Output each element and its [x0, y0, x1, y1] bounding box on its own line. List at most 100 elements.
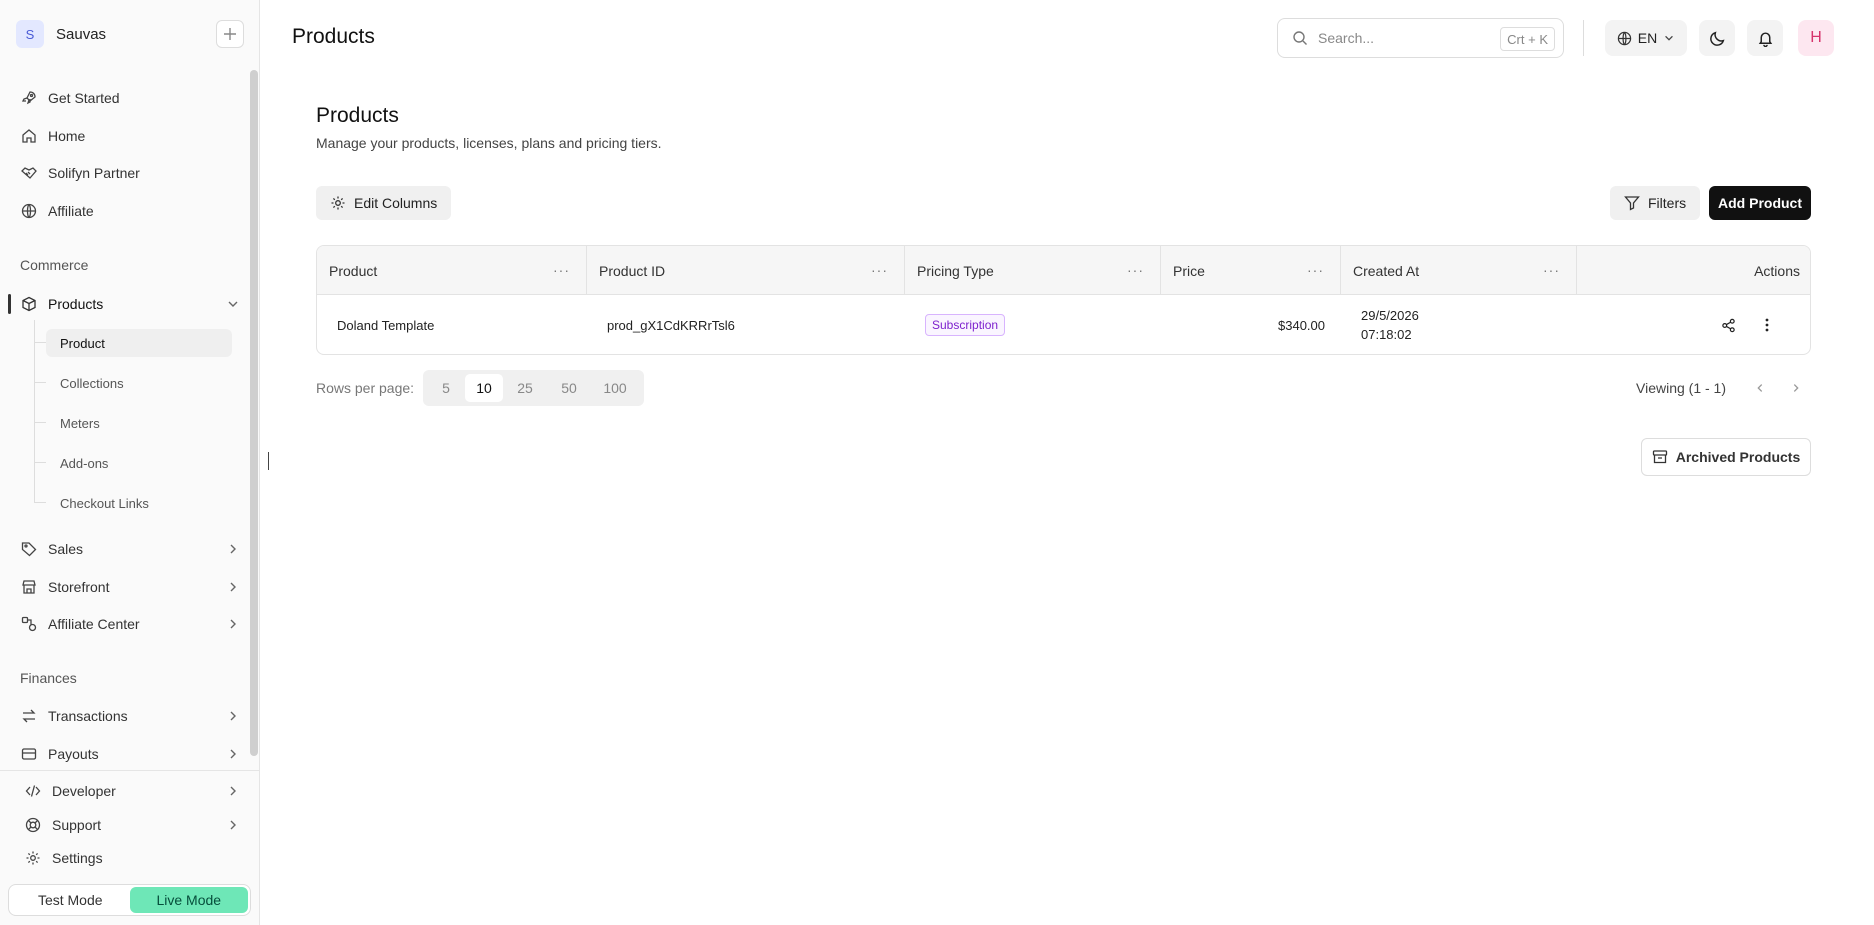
- edit-columns-button[interactable]: Edit Columns: [316, 186, 452, 220]
- rows-option-50[interactable]: 50: [547, 374, 591, 402]
- rows-per-page-label: Rows per page:: [316, 380, 415, 396]
- column-label: Created At: [1353, 262, 1420, 279]
- gear-icon: [331, 196, 345, 210]
- sidebar-item-label: Transactions: [48, 708, 128, 724]
- workspace-switcher[interactable]: S Sauvas: [16, 20, 244, 48]
- card-icon: [20, 745, 38, 763]
- sidebar-item-affiliate[interactable]: Affiliate: [20, 197, 240, 225]
- page-title: Products: [292, 25, 375, 48]
- previous-page-button[interactable]: [1751, 379, 1769, 397]
- tree-tick: [34, 462, 46, 463]
- filters-button[interactable]: Filters: [1610, 186, 1701, 220]
- rows-per-page-selector: 5 10 25 50 100: [423, 370, 644, 406]
- column-menu-icon[interactable]: ···: [1307, 262, 1324, 278]
- section-title: Products: [316, 104, 399, 127]
- row-more-button[interactable]: [1757, 295, 1777, 354]
- column-menu-icon[interactable]: ···: [1543, 262, 1560, 278]
- sidebar-item-support[interactable]: Support: [24, 811, 240, 839]
- sidebar-item-label: Settings: [52, 850, 103, 866]
- rocket-icon: [20, 89, 38, 107]
- column-menu-icon[interactable]: ···: [871, 262, 888, 278]
- sidebar-subitem-collections[interactable]: Collections: [46, 369, 232, 397]
- sidebar-item-home[interactable]: Home: [20, 122, 240, 150]
- sidebar-item-get-started[interactable]: Get Started: [20, 84, 240, 112]
- chevron-right-icon: [230, 749, 236, 759]
- rows-option-10[interactable]: 10: [465, 374, 503, 402]
- user-avatar[interactable]: H: [1798, 20, 1834, 56]
- sidebar-item-storefront[interactable]: Storefront: [20, 573, 240, 601]
- sidebar-item-transactions[interactable]: Transactions: [20, 702, 240, 730]
- column-header-pricing-type[interactable]: Pricing Type ···: [905, 246, 1161, 295]
- tree-tick: [34, 342, 46, 343]
- chevron-left-icon: [1757, 384, 1763, 392]
- column-header-price[interactable]: Price ···: [1161, 246, 1341, 295]
- sidebar-subitem-checkout-links[interactable]: Checkout Links: [46, 489, 232, 517]
- live-mode-option[interactable]: Live Mode: [129, 887, 248, 913]
- globe-icon: [1617, 31, 1631, 45]
- divider: [0, 770, 260, 771]
- cell-product: Doland Template: [337, 317, 435, 333]
- filter-icon: [1624, 196, 1640, 211]
- search-shortcut: Crt + K: [1500, 27, 1555, 51]
- store-icon: [20, 578, 38, 596]
- column-label: Pricing Type: [917, 262, 994, 279]
- affiliate-icon: [20, 615, 38, 633]
- created-time: 07:18:02: [1361, 327, 1412, 342]
- column-header-product[interactable]: Product ···: [317, 246, 587, 295]
- workspace-name: Sauvas: [56, 25, 107, 43]
- plus-icon: [224, 28, 236, 40]
- rows-option-100[interactable]: 100: [591, 374, 639, 402]
- test-mode-option[interactable]: Test Mode: [11, 887, 130, 913]
- sidebar-item-products[interactable]: Products: [20, 290, 240, 318]
- viewing-count: Viewing (1 - 1): [1636, 380, 1727, 396]
- language-selector[interactable]: EN: [1605, 20, 1687, 56]
- sidebar-item-label: Solifyn Partner: [48, 165, 140, 181]
- add-workspace-button[interactable]: [216, 20, 244, 48]
- share-button[interactable]: [1716, 295, 1740, 354]
- cell-pricing-type: Subscription: [925, 295, 1006, 354]
- chevron-right-icon: [230, 582, 236, 592]
- sidebar-item-label: Home: [48, 128, 86, 144]
- sidebar-item-label: Sales: [48, 541, 84, 557]
- section-label-finances: Finances: [20, 670, 77, 686]
- column-label: Product ID: [599, 262, 666, 279]
- sidebar-item-sales[interactable]: Sales: [20, 535, 240, 563]
- sidebar-item-settings[interactable]: Settings: [24, 844, 240, 872]
- column-header-created-at[interactable]: Created At ···: [1341, 246, 1577, 295]
- sidebar-item-label: Developer: [52, 783, 116, 799]
- archived-products-button[interactable]: Archived Products: [1641, 438, 1811, 476]
- mode-toggle[interactable]: Test Mode Live Mode: [8, 884, 251, 916]
- box-icon: [20, 295, 38, 313]
- more-vertical-icon: [1765, 318, 1769, 332]
- search-input[interactable]: [1318, 30, 1488, 46]
- search-box[interactable]: Crt + K: [1277, 18, 1564, 58]
- sidebar-subitem-product[interactable]: Product: [46, 329, 232, 357]
- language-label: EN: [1637, 30, 1658, 46]
- notifications-button[interactable]: [1747, 20, 1783, 56]
- theme-toggle-button[interactable]: [1699, 20, 1735, 56]
- workspace-avatar: S: [16, 20, 44, 48]
- column-menu-icon[interactable]: ···: [1127, 262, 1144, 278]
- resize-handle[interactable]: [268, 452, 269, 470]
- next-page-button[interactable]: [1787, 379, 1805, 397]
- column-label: Actions: [1754, 262, 1800, 279]
- column-header-product-id[interactable]: Product ID ···: [587, 246, 905, 295]
- sidebar-subitem-add-ons[interactable]: Add-ons: [46, 449, 232, 477]
- sidebar-item-payouts[interactable]: Payouts: [20, 740, 240, 768]
- tree-tick: [34, 422, 46, 423]
- sidebar-item-developer[interactable]: Developer: [24, 777, 240, 805]
- rows-option-25[interactable]: 25: [503, 374, 547, 402]
- moon-icon: [1709, 31, 1724, 46]
- cell-product-id: prod_gX1CdKRRrTsl6: [607, 317, 735, 333]
- sidebar-item-solifyn-partner[interactable]: Solifyn Partner: [20, 159, 240, 187]
- sidebar-scrollbar[interactable]: [250, 70, 258, 756]
- sidebar-subitem-meters[interactable]: Meters: [46, 409, 232, 437]
- chevron-right-icon: [230, 544, 236, 554]
- rows-option-5[interactable]: 5: [427, 374, 465, 402]
- chevron-down-icon: [228, 301, 238, 307]
- section-description: Manage your products, licenses, plans an…: [316, 135, 662, 151]
- add-product-button[interactable]: Add Product: [1709, 186, 1811, 220]
- sidebar-item-affiliate-center[interactable]: Affiliate Center: [20, 610, 240, 638]
- column-menu-icon[interactable]: ···: [553, 262, 570, 278]
- lifebuoy-icon: [24, 816, 42, 834]
